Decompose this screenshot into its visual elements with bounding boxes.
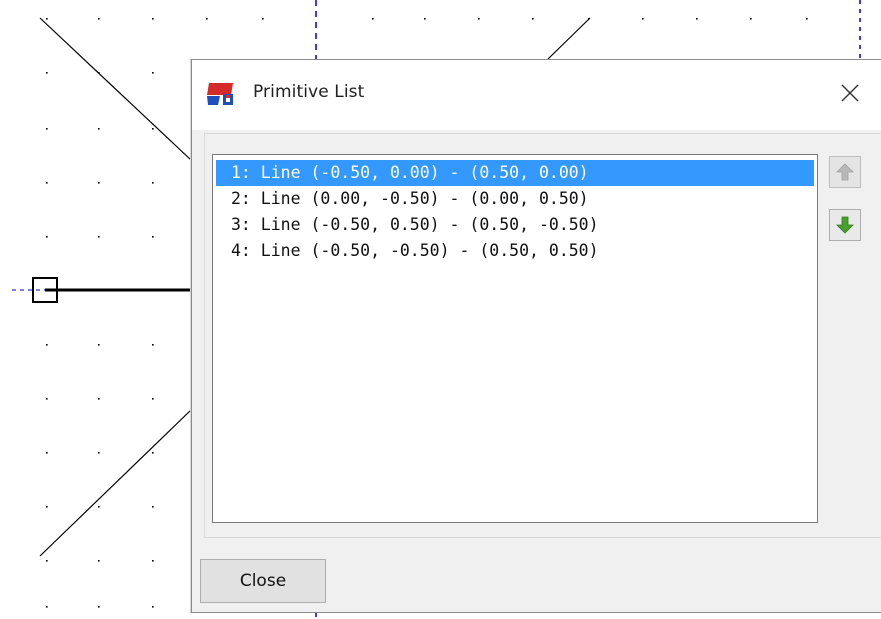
editor-window: Primitive List 1: Line (-0.50, 0.00) - (… bbox=[0, 0, 881, 619]
grid-dot bbox=[152, 606, 154, 608]
grid-dot bbox=[372, 18, 374, 20]
grid-dot bbox=[98, 506, 100, 508]
grid-dot bbox=[98, 560, 100, 562]
grid-dot bbox=[46, 72, 48, 74]
grid-dot bbox=[98, 236, 100, 238]
grid-dot bbox=[46, 18, 48, 20]
grid-dot bbox=[152, 560, 154, 562]
list-item[interactable]: 4: Line (-0.50, -0.50) - (0.50, 0.50) bbox=[213, 235, 817, 267]
grid-dot bbox=[98, 182, 100, 184]
grid-dot bbox=[478, 18, 480, 20]
primitive-listbox[interactable]: 1: Line (-0.50, 0.00) - (0.50, 0.00) 2: … bbox=[212, 154, 818, 523]
dialog-title: Primitive List bbox=[253, 82, 365, 102]
grid-dot bbox=[532, 18, 534, 20]
move-up-button[interactable] bbox=[829, 156, 861, 188]
grid-dot bbox=[152, 506, 154, 508]
diagonal-line-bottom-left bbox=[39, 409, 192, 557]
primitive-list-items: 1: Line (-0.50, 0.00) - (0.50, 0.00) 2: … bbox=[213, 160, 817, 267]
arrow-up-icon bbox=[836, 163, 854, 181]
grid-dot bbox=[696, 18, 698, 20]
grid-dot bbox=[46, 398, 48, 400]
grid-dot bbox=[152, 344, 154, 346]
grid-dot bbox=[152, 182, 154, 184]
grid-dot bbox=[98, 18, 100, 20]
grid-dot bbox=[98, 344, 100, 346]
diagonal-line-top-left bbox=[39, 17, 192, 161]
grid-dot bbox=[152, 236, 154, 238]
grid-dot bbox=[152, 452, 154, 454]
grid-dot bbox=[46, 560, 48, 562]
grid-dot bbox=[152, 398, 154, 400]
grid-dot bbox=[46, 506, 48, 508]
grid-dot bbox=[46, 452, 48, 454]
dialog-titlebar[interactable]: Primitive List bbox=[192, 60, 881, 130]
grid-dot bbox=[46, 128, 48, 130]
grid-dot bbox=[152, 72, 154, 74]
grid-dot bbox=[46, 606, 48, 608]
grid-dot bbox=[152, 128, 154, 130]
grid-dot bbox=[152, 18, 154, 20]
grid-dot bbox=[206, 18, 208, 20]
grid-dot bbox=[750, 18, 752, 20]
grid-dot bbox=[98, 452, 100, 454]
grid-dot bbox=[98, 398, 100, 400]
grid-dot bbox=[262, 18, 264, 20]
close-icon[interactable] bbox=[836, 79, 864, 107]
primitive-editor-icon bbox=[207, 83, 233, 105]
grid-dot bbox=[46, 344, 48, 346]
grid-dot bbox=[46, 236, 48, 238]
move-down-button[interactable] bbox=[829, 209, 861, 241]
grid-dot bbox=[46, 182, 48, 184]
arrow-down-icon bbox=[836, 216, 854, 234]
grid-dot bbox=[642, 18, 644, 20]
grid-dot bbox=[424, 18, 426, 20]
grid-dot bbox=[98, 128, 100, 130]
primitive-list-dialog: Primitive List 1: Line (-0.50, 0.00) - (… bbox=[191, 59, 881, 613]
diagonal-line-top-right bbox=[547, 17, 591, 60]
grid-dot bbox=[806, 18, 808, 20]
grid-dot bbox=[98, 606, 100, 608]
close-button[interactable]: Close bbox=[200, 559, 326, 603]
